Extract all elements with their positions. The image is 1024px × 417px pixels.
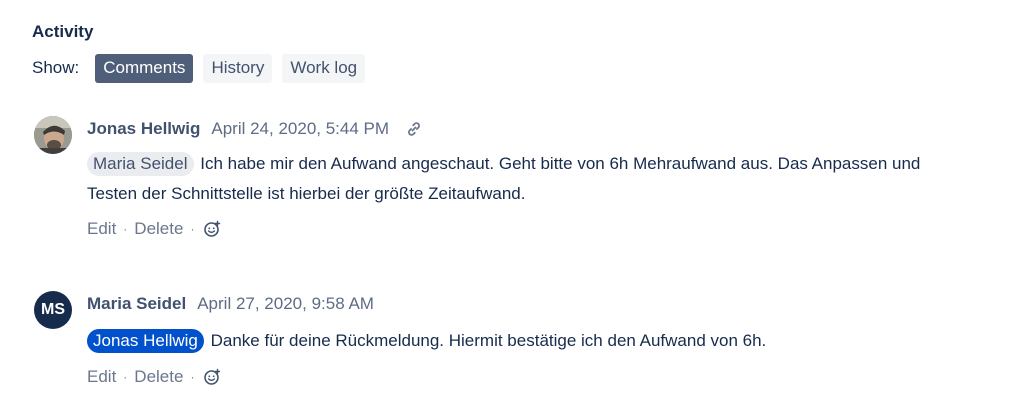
show-label: Show: [32,58,80,77]
filter-history-button[interactable]: History [203,53,273,83]
separator-dot: · [190,222,195,236]
comment-text: Danke für deine Rückmeldung. Hiermit bes… [210,331,767,350]
comment-header: Jonas Hellwig April 24, 2020, 5:44 PM [87,116,423,142]
edit-comment-link[interactable]: Edit [87,219,116,239]
comment-header: Maria Seidel April 27, 2020, 9:58 AM [87,291,390,317]
avatar[interactable]: MS [34,291,72,329]
add-reaction-icon[interactable] [203,368,221,386]
comment-body: Jonas Hellwig Danke für deine Rückmeldun… [87,326,987,356]
user-mention[interactable]: Jonas Hellwig [87,329,204,353]
delete-comment-link[interactable]: Delete [134,219,183,239]
comment-timestamp[interactable]: April 27, 2020, 9:58 AM [197,294,374,314]
activity-title: Activity [32,22,94,41]
comment-text-line2: Testen der Schnittstelle ist hierbei der… [87,184,526,203]
avatar[interactable] [34,116,72,154]
separator-dot: · [123,222,128,236]
edit-comment-link[interactable]: Edit [87,367,116,387]
delete-comment-link[interactable]: Delete [134,367,183,387]
comment-timestamp[interactable]: April 24, 2020, 5:44 PM [211,119,389,139]
filter-comments-button[interactable]: Comments [95,53,194,83]
separator-dot: · [123,370,128,384]
link-icon[interactable] [405,120,423,138]
avatar-photo-icon [34,116,72,154]
comment-author[interactable]: Maria Seidel [87,294,186,314]
comment-item: Jonas Hellwig April 24, 2020, 5:44 PM Ma… [34,116,994,246]
comment-author[interactable]: Jonas Hellwig [87,119,200,139]
comment-actions: Edit · Delete · [87,217,221,241]
filter-worklog-button[interactable]: Work log [282,53,366,83]
comment-actions: Edit · Delete · [87,365,221,389]
comment-item: MS Maria Seidel April 27, 2020, 9:58 AM … [34,291,994,401]
comment-body: Maria Seidel Ich habe mir den Aufwand an… [87,149,987,209]
user-mention[interactable]: Maria Seidel [87,152,194,176]
add-reaction-icon[interactable] [203,220,221,238]
activity-filter-bar: Show: Comments History Work log [32,53,375,83]
separator-dot: · [190,370,195,384]
comment-text-line1: Ich habe mir den Aufwand angeschaut. Geh… [200,154,921,173]
